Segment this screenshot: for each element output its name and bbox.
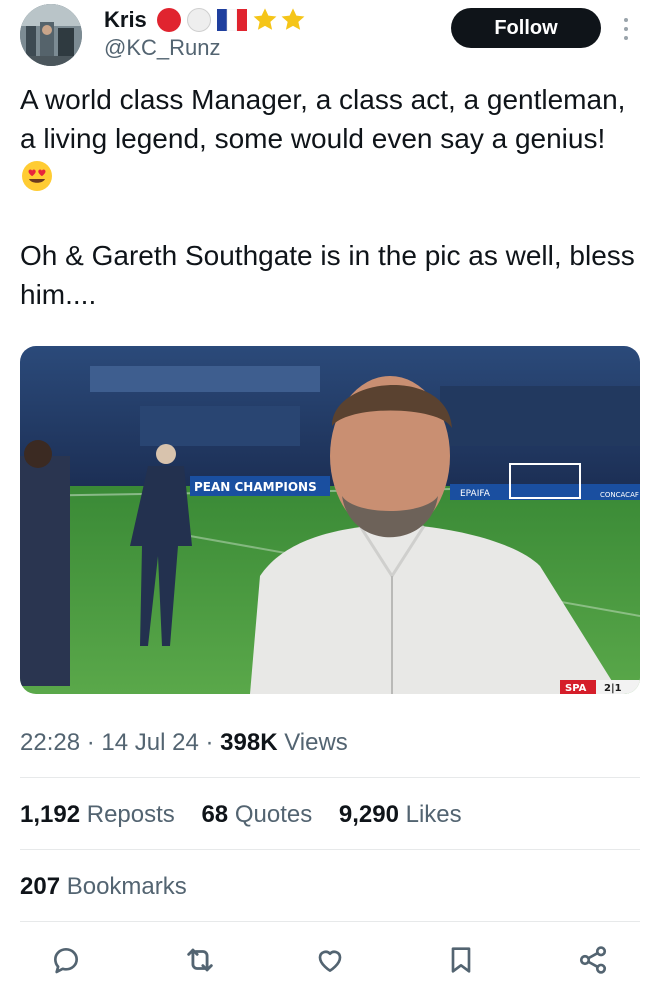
author-handle[interactable]: @KC_Runz — [104, 35, 221, 61]
heart-eyes-emoji-icon — [22, 161, 52, 191]
tweet-photo[interactable]: PEAN CHAMPIONS EPAIFA CONCACAF SPA 2|1 — [20, 346, 640, 694]
star-icon — [281, 8, 305, 30]
likes-stat[interactable]: 9,290 Likes — [339, 801, 462, 828]
likes-count: 9,290 — [338, 801, 399, 828]
avatar-image — [20, 4, 82, 66]
views-count: 398K — [220, 729, 278, 756]
tweet-paragraph-text: A world class Manager, a class act, a ge… — [20, 84, 626, 154]
bookmarks-label: Bookmarks — [66, 873, 187, 900]
bookmarks-stat[interactable]: 207 Bookmarks — [20, 872, 187, 902]
board-text-mid: EPAIFA — [460, 489, 491, 499]
author-name[interactable]: Kris — [104, 6, 307, 34]
like-icon[interactable] — [310, 940, 350, 980]
tweet-time[interactable]: 22:28 — [20, 729, 80, 756]
avatar[interactable] — [20, 4, 82, 66]
meta-separator: · — [205, 729, 221, 756]
author-name-emojis — [155, 6, 307, 34]
divider — [20, 849, 640, 850]
repost-icon[interactable] — [180, 940, 220, 980]
tweet-text: A world class Manager, a class act, a ge… — [20, 80, 640, 314]
more-options-icon[interactable] — [618, 14, 634, 44]
bookmark-icon[interactable] — [441, 940, 481, 980]
reply-icon[interactable] — [46, 940, 86, 980]
tweet-date[interactable]: 14 Jul 24 — [101, 729, 198, 756]
quotes-stat[interactable]: 68 Quotes — [201, 801, 312, 828]
star-icon — [253, 8, 277, 30]
scorebug-team: SPA — [565, 683, 587, 694]
share-icon[interactable] — [573, 940, 613, 980]
board-text-right: CONCACAF — [600, 491, 639, 499]
meta-separator: · — [86, 729, 102, 756]
photo-southgate-wenger: PEAN CHAMPIONS EPAIFA CONCACAF SPA 2|1 — [20, 346, 640, 694]
quotes-label: Quotes — [234, 801, 313, 828]
likes-label: Likes — [405, 801, 462, 828]
tweet-paragraph: A world class Manager, a class act, a ge… — [20, 80, 640, 197]
tweet-paragraph: Oh & Gareth Southgate is in the pic as w… — [20, 240, 635, 310]
reposts-label: Reposts — [86, 801, 175, 828]
follow-button[interactable]: Follow — [451, 8, 601, 48]
quotes-count: 68 — [201, 801, 229, 828]
divider — [20, 921, 640, 922]
france-flag-icon — [216, 9, 247, 31]
reposts-count: 1,192 — [20, 801, 81, 828]
divider — [20, 777, 640, 778]
reposts-stat[interactable]: 1,192 Reposts — [20, 801, 175, 828]
views-label: Views — [284, 729, 348, 756]
white-circle-icon — [186, 8, 211, 32]
red-circle-icon — [156, 8, 181, 32]
tweet-meta: 22:28 · 14 Jul 24 · 398K Views — [20, 728, 348, 758]
bookmarks-count: 207 — [20, 873, 61, 900]
scorebug-score: 2|1 — [604, 683, 622, 694]
tweet-stats: 1,192 Reposts 68 Quotes 9,290 Likes — [20, 800, 482, 830]
board-text: PEAN CHAMPIONS — [194, 480, 317, 494]
author-name-text: Kris — [104, 7, 147, 32]
